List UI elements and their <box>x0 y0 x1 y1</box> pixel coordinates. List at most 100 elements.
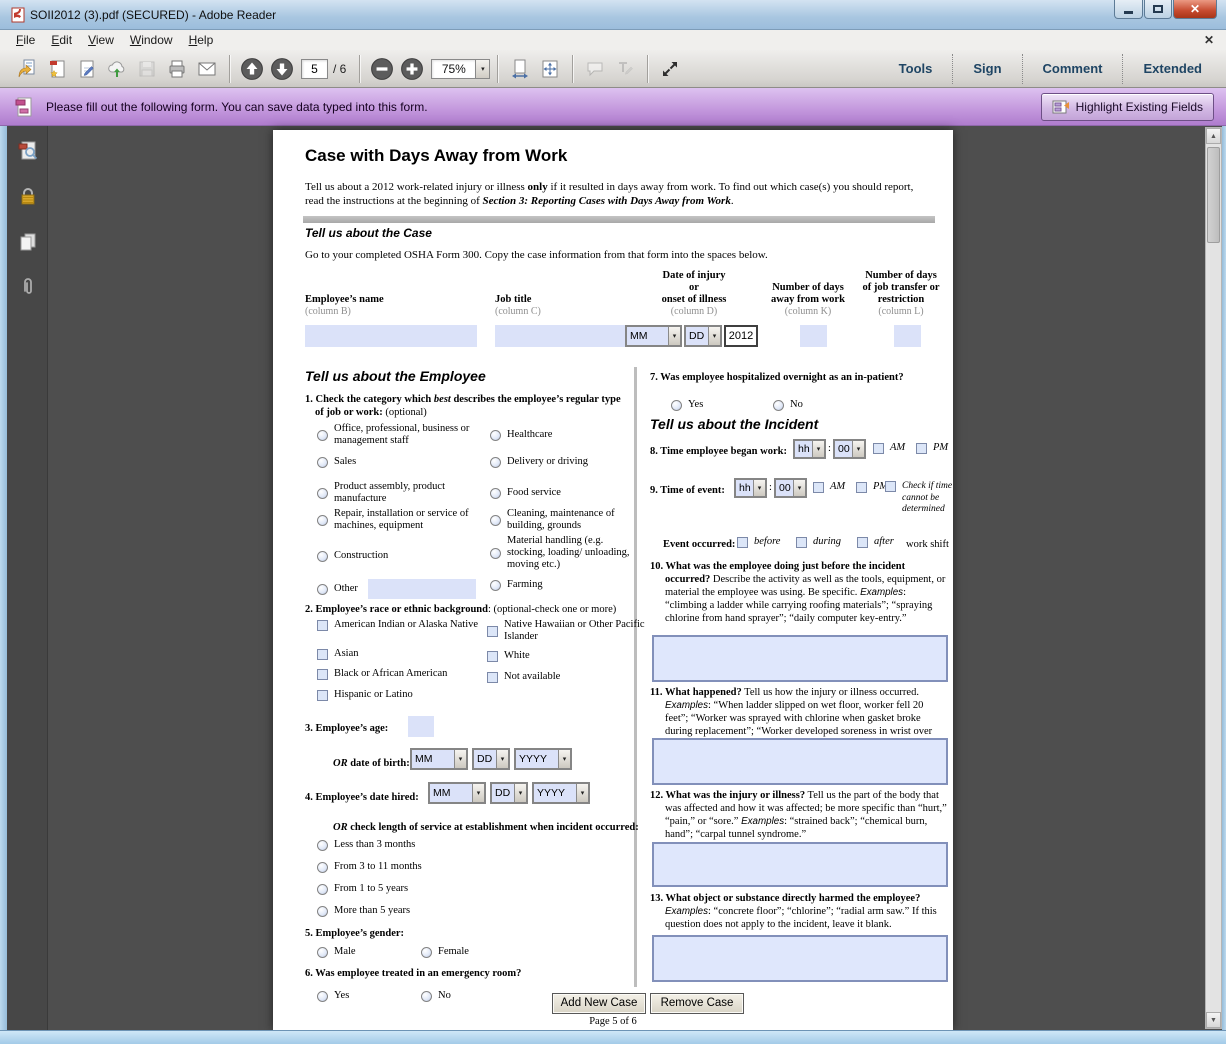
radio-button[interactable] <box>317 884 328 895</box>
radio-option[interactable]: Male <box>317 946 356 958</box>
employee-age-input[interactable] <box>408 716 434 737</box>
page-number-input[interactable] <box>301 59 328 79</box>
radio-option[interactable]: From 3 to 11 months <box>317 861 422 873</box>
maximize-button[interactable] <box>1144 0 1172 19</box>
radio-option[interactable]: Construction <box>317 550 388 562</box>
edit-text-button[interactable] <box>610 54 640 84</box>
checkbox-option[interactable]: Black or African American <box>317 668 447 680</box>
radio-option[interactable]: Yes <box>671 399 703 411</box>
checkbox[interactable] <box>487 672 498 683</box>
pages-panel-button[interactable] <box>15 229 41 255</box>
hired-day-select[interactable]: DD▾ <box>490 782 528 804</box>
checkbox-option[interactable]: before <box>737 536 780 548</box>
radio-button[interactable] <box>317 906 328 917</box>
radio-option[interactable]: Product assembly, product manufacture <box>317 481 477 505</box>
radio-option[interactable]: Repair, installation or service of machi… <box>317 508 485 532</box>
checkbox[interactable] <box>857 537 868 548</box>
radio-button[interactable] <box>317 840 328 851</box>
open-file-button[interactable] <box>12 54 42 84</box>
cloud-upload-button[interactable] <box>102 54 132 84</box>
checkbox[interactable] <box>885 481 896 492</box>
remove-case-button[interactable]: Remove Case <box>650 993 744 1014</box>
zoom-dropdown-button[interactable]: ▾ <box>475 59 490 79</box>
zoom-in-button[interactable] <box>397 54 427 84</box>
radio-button[interactable] <box>490 515 501 526</box>
tab-tools[interactable]: Tools <box>879 56 953 82</box>
other-category-input[interactable] <box>368 579 476 599</box>
checkbox[interactable] <box>317 669 328 680</box>
checkbox[interactable] <box>737 537 748 548</box>
radio-button[interactable] <box>773 400 784 411</box>
radio-option[interactable]: From 1 to 5 years <box>317 883 408 895</box>
checkbox-option[interactable]: AM <box>873 442 905 454</box>
zoom-level-value[interactable]: 75% <box>431 59 475 79</box>
print-button[interactable] <box>162 54 192 84</box>
radio-option[interactable]: Yes <box>317 990 349 1002</box>
radio-button[interactable] <box>490 548 501 559</box>
radio-option[interactable]: Delivery or driving <box>490 456 588 468</box>
radio-option[interactable]: No <box>773 399 803 411</box>
tab-comment[interactable]: Comment <box>1023 56 1123 82</box>
hired-month-select[interactable]: MM▾ <box>428 782 486 804</box>
radio-button[interactable] <box>317 488 328 499</box>
radio-option[interactable]: No <box>421 990 451 1002</box>
checkbox[interactable] <box>317 620 328 631</box>
began-work-hour-select[interactable]: hh▾ <box>793 439 826 459</box>
scroll-up-button[interactable]: ▲ <box>1206 128 1221 144</box>
checkbox[interactable] <box>317 649 328 660</box>
birth-day-select[interactable]: DD▾ <box>472 748 510 770</box>
checkbox-option[interactable]: AM <box>813 481 845 493</box>
fit-page-button[interactable] <box>535 54 565 84</box>
save-button[interactable] <box>132 54 162 84</box>
radio-button[interactable] <box>317 947 328 958</box>
injury-day-select[interactable]: DD▾ <box>684 325 722 347</box>
radio-button[interactable] <box>490 488 501 499</box>
radio-option[interactable]: Female <box>421 946 469 958</box>
scrolling-mode-button[interactable] <box>505 54 535 84</box>
radio-button[interactable] <box>317 515 328 526</box>
checkbox[interactable] <box>796 537 807 548</box>
radio-button[interactable] <box>317 551 328 562</box>
birth-month-select[interactable]: MM▾ <box>410 748 468 770</box>
radio-button[interactable] <box>317 584 328 595</box>
fullscreen-button[interactable] <box>655 54 685 84</box>
radio-button[interactable] <box>317 430 328 441</box>
menu-file[interactable]: File <box>8 31 43 49</box>
activity-before-incident-textarea[interactable] <box>652 635 948 682</box>
add-new-case-button[interactable]: Add New Case <box>552 993 646 1014</box>
radio-button[interactable] <box>490 457 501 468</box>
checkbox[interactable] <box>487 626 498 637</box>
checkbox[interactable] <box>873 443 884 454</box>
previous-page-button[interactable] <box>237 54 267 84</box>
checkbox-option[interactable]: Check if time cannot be determined <box>885 481 954 516</box>
birth-year-select[interactable]: YYYY▾ <box>514 748 572 770</box>
radio-option[interactable]: Cleaning, maintenance of building, groun… <box>490 508 640 532</box>
checkbox-option[interactable]: Not available <box>487 671 560 683</box>
radio-option[interactable]: Food service <box>490 487 561 499</box>
injury-month-select[interactable]: MM▾ <box>625 325 682 347</box>
radio-button[interactable] <box>490 430 501 441</box>
injury-illness-textarea[interactable] <box>652 842 948 887</box>
radio-option[interactable]: More than 5 years <box>317 905 410 917</box>
vertical-scrollbar[interactable]: ▲ ▼ <box>1205 127 1222 1029</box>
employee-name-input[interactable] <box>305 325 477 347</box>
tab-extended[interactable]: Extended <box>1123 56 1222 82</box>
what-happened-textarea[interactable] <box>652 738 948 785</box>
tab-sign[interactable]: Sign <box>953 56 1021 82</box>
next-page-button[interactable] <box>267 54 297 84</box>
attachments-panel-button[interactable] <box>15 274 41 300</box>
began-work-minute-select[interactable]: 00▾ <box>833 439 866 459</box>
fill-sign-button[interactable] <box>72 54 102 84</box>
highlight-fields-button[interactable]: Highlight Existing Fields <box>1041 93 1214 121</box>
radio-button[interactable] <box>317 457 328 468</box>
radio-option[interactable]: Sales <box>317 456 356 468</box>
zoom-out-button[interactable] <box>367 54 397 84</box>
checkbox-option[interactable]: PM <box>916 442 948 454</box>
checkbox[interactable] <box>916 443 927 454</box>
checkbox-option[interactable]: White <box>487 650 530 662</box>
radio-option[interactable]: Farming <box>490 579 543 591</box>
radio-button[interactable] <box>317 991 328 1002</box>
scroll-down-button[interactable]: ▼ <box>1206 1012 1221 1028</box>
checkbox-option[interactable]: during <box>796 536 841 548</box>
checkbox[interactable] <box>813 482 824 493</box>
